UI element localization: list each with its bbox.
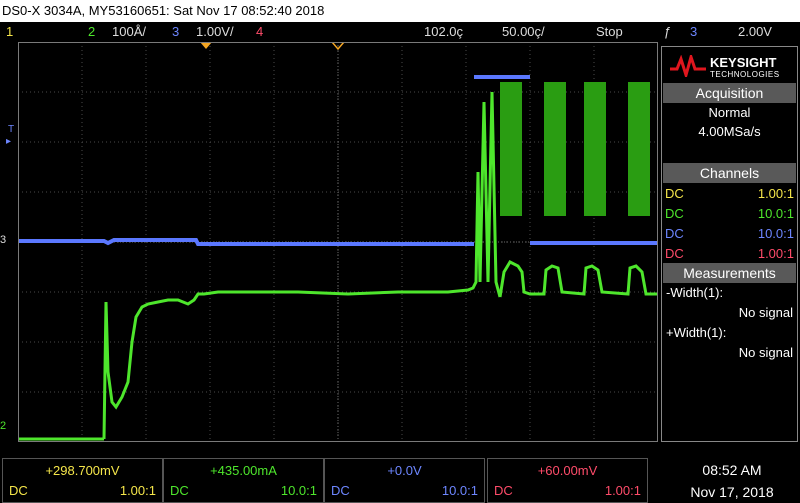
time-scale[interactable]: 50.00ç/ (502, 22, 545, 42)
measurement-value: No signal (738, 345, 793, 360)
ch3-probe: 10.0:1 (441, 483, 478, 498)
channel-row-1[interactable]: DC 1.00:1 (665, 184, 794, 204)
ch1-probe: 1.00:1 (119, 483, 156, 498)
window-title: DS0-X 3034A, MY53160651: Sat Nov 17 08:5… (0, 0, 800, 22)
ch4-probe: 1.00:1 (604, 483, 641, 498)
keysight-wave-icon (670, 55, 706, 77)
keysight-logo: KEYSIGHT TECHNOLOGIES (666, 51, 794, 81)
ch3-info-box[interactable]: +0.0V DC 10.0:1 (324, 458, 485, 503)
ch2-label[interactable]: 2 (88, 22, 95, 42)
graticule-border (18, 42, 658, 442)
ch4-info-box[interactable]: +60.00mV DC 1.00:1 (487, 458, 648, 503)
ch1-info-box[interactable]: +298.700mV DC 1.00:1 (2, 458, 163, 503)
acquisition-header[interactable]: Acquisition (663, 83, 796, 103)
ch4-coupling: DC (494, 483, 513, 498)
ch1-offset: +298.700mV (45, 463, 120, 478)
trigger-edge-icon: ƒ (664, 24, 672, 39)
logo-line2: TECHNOLOGIES (710, 70, 780, 79)
time-position[interactable]: 102.0ç (424, 22, 463, 42)
channel-row-4[interactable]: DC 1.00:1 (665, 244, 794, 264)
measurement-label: +Width(1): (666, 325, 727, 340)
channel-coupling: DC (665, 226, 684, 241)
ch3-label[interactable]: 3 (172, 22, 179, 42)
ch2-info-box[interactable]: +435.00mA DC 10.0:1 (163, 458, 324, 503)
channel-coupling: DC (665, 206, 684, 221)
channel-probe: 1.00:1 (757, 186, 794, 201)
logo-line1: KEYSIGHT (710, 55, 777, 70)
clock: 08:52 AM Nov 17, 2018 (664, 458, 800, 503)
clock-date: Nov 17, 2018 (690, 484, 774, 500)
ch2-probe: 10.0:1 (280, 483, 317, 498)
acquisition-mode: Normal (708, 105, 751, 120)
channel-probe: 1.00:1 (757, 246, 794, 261)
channel-coupling: DC (665, 246, 684, 261)
trigger-arrow-icon: ▸ (6, 136, 12, 147)
trigger-level[interactable]: 2.00V (738, 22, 772, 42)
channel-probe: 10.0:1 (757, 206, 794, 221)
measurement-value: No signal (738, 305, 793, 320)
channel-probe: 10.0:1 (757, 226, 794, 241)
channel-status-bar: 1 2 100Å/ 3 1.00V/ 4 102.0ç 50.00ç/ Stop… (0, 22, 800, 42)
acquisition-rate: 4.00MSa/s (698, 124, 761, 139)
ch2-scale[interactable]: 100Å/ (112, 22, 146, 42)
measurements-header[interactable]: Measurements (663, 263, 796, 283)
ch3-coupling: DC (331, 483, 350, 498)
channel-row-2[interactable]: DC 10.0:1 (665, 204, 794, 224)
side-panel: KEYSIGHT TECHNOLOGIES Acquisition Normal… (661, 46, 798, 442)
ch2-ground-marker[interactable]: 2 (0, 420, 6, 432)
ch3-offset: +0.0V (387, 463, 422, 478)
ch3-ground-marker[interactable]: 3 (0, 234, 6, 246)
channels-header[interactable]: Channels (663, 163, 796, 183)
trigger-channel[interactable]: 3 (690, 22, 697, 42)
run-state[interactable]: Stop (596, 22, 623, 42)
ch3-scale[interactable]: 1.00V/ (196, 22, 234, 42)
ch4-label[interactable]: 4 (256, 22, 263, 42)
ch1-coupling: DC (9, 483, 28, 498)
measurement-label: -Width(1): (666, 285, 724, 300)
ch2-offset: +435.00mA (210, 463, 277, 478)
channel-coupling: DC (665, 186, 684, 201)
ch1-label[interactable]: 1 (6, 22, 13, 42)
ch2-coupling: DC (170, 483, 189, 498)
channel-row-3[interactable]: DC 10.0:1 (665, 224, 794, 244)
trigger-level-marker[interactable]: T (8, 124, 14, 135)
clock-time: 08:52 AM (702, 462, 762, 478)
ch4-offset: +60.00mV (537, 463, 598, 478)
